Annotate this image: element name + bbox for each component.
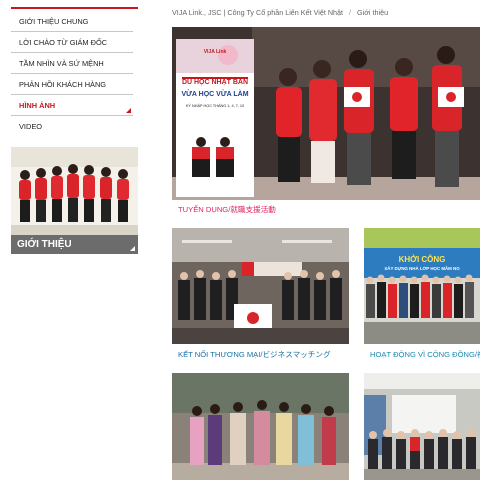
- gallery-photo-recruitment[interactable]: VIJA Link DU HỌC NHẬT BẢN VỪA HỌC VỪA LÀ…: [172, 27, 480, 200]
- gallery-caption-business-matching[interactable]: KẾT NỐI THƯƠNG MẠI/ビジネスマッチング: [178, 349, 349, 360]
- poster-title-2: VỪA HỌC VỪA LÀM: [181, 91, 249, 98]
- sidebar-item-label: Video: [19, 122, 42, 131]
- sidebar-item-label: Giới thiệu chung: [19, 17, 89, 26]
- sidebar-item-general-intro[interactable]: Giới thiệu chung: [11, 11, 133, 32]
- breadcrumb-company-link[interactable]: VIJA Link., JSC | Công Ty Cổ phần Liên K…: [172, 8, 343, 17]
- active-corner-icon: [126, 108, 131, 113]
- breadcrumb-separator: /: [349, 8, 352, 17]
- banner-subtitle: XÂY DỰNG NHÀ LỚP HỌC MẦM NO: [384, 266, 460, 271]
- poster-title-3: KỲ NHẬP HỌC THÁNG 1, 4, 7, 10: [185, 104, 245, 108]
- poster-brand: VIJA Link: [203, 49, 227, 55]
- poster-title-1: DU HỌC NHẬT BẢN: [181, 79, 249, 86]
- sidebar-item-label: Tầm nhìn và sứ mệnh: [19, 59, 104, 68]
- sidebar-item-director-greeting[interactable]: Lời chào từ Giám đốc: [11, 32, 133, 53]
- section-title: GIỚI THIỆU: [17, 239, 72, 250]
- sidebar-item-images[interactable]: Hình ảnh: [11, 95, 133, 116]
- breadcrumb-current: Giới thiệu: [357, 8, 389, 17]
- gallery-caption-community[interactable]: HOẠT ĐỘNG VÌ CỘNG ĐỒNG/社: [370, 349, 480, 360]
- gallery-photo-business-matching[interactable]: [172, 228, 349, 344]
- section-title-bar[interactable]: GIỚI THIỆU: [11, 235, 138, 254]
- corner-arrow-icon: [130, 246, 135, 251]
- sidebar-item-label: Phản hồi khách hàng: [19, 80, 107, 89]
- gallery-caption-recruitment[interactable]: TUYỂN DỤNG/就職支援活動: [178, 204, 478, 215]
- sidebar-item-video[interactable]: Video: [11, 116, 133, 137]
- banner-title: KHỞI CÔNG: [398, 255, 446, 264]
- sidebar-group-photo: [11, 147, 138, 235]
- gallery-photo-kimono[interactable]: [172, 373, 349, 480]
- sidebar-item-label: Hình ảnh: [19, 101, 56, 110]
- gallery-photo-classroom[interactable]: [364, 373, 480, 480]
- sidebar-item-vision-mission[interactable]: Tầm nhìn và sứ mệnh: [11, 53, 133, 74]
- breadcrumb: VIJA Link., JSC | Công Ty Cổ phần Liên K…: [172, 8, 477, 22]
- sidebar-top-accent: [11, 7, 138, 9]
- sidebar-item-label: Lời chào từ Giám đốc: [19, 38, 108, 47]
- sidebar-item-customer-feedback[interactable]: Phản hồi khách hàng: [11, 74, 133, 95]
- gallery-photo-community[interactable]: KHỞI CÔNG XÂY DỰNG NHÀ LỚP HỌC MẦM NO: [364, 228, 480, 344]
